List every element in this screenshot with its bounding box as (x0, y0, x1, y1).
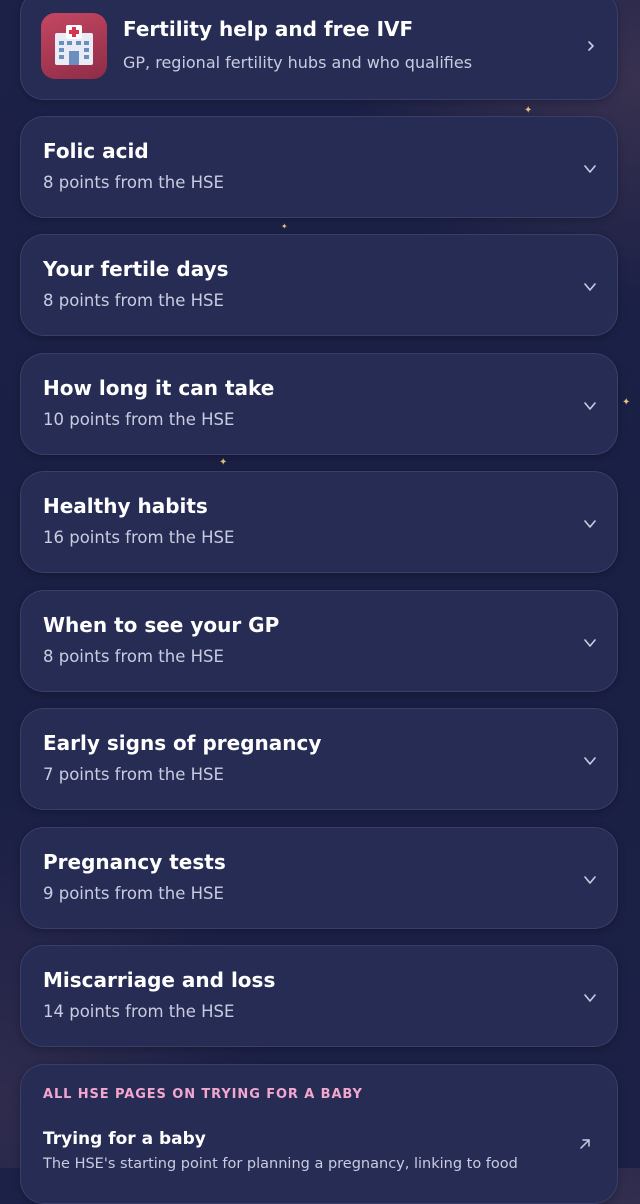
hse-link-title[interactable]: Trying for a baby (43, 1129, 206, 1149)
sparkle-icon: ✦ (622, 397, 631, 408)
section-subtitle: 9 points from the HSE (43, 884, 224, 903)
section-title: When to see your GP (43, 613, 280, 637)
section-subtitle: 16 points from the HSE (43, 528, 235, 547)
section-title: Your fertile days (43, 257, 229, 281)
section-title: Miscarriage and loss (43, 968, 276, 992)
hospital-icon (41, 13, 107, 79)
fertility-hub-card[interactable]: Fertility help and free IVF GP, regional… (20, 0, 618, 100)
chevron-down-icon (584, 876, 596, 884)
chevron-down-icon (584, 639, 596, 647)
hse-links-card: ALL HSE PAGES ON TRYING FOR A BABY Tryin… (20, 1064, 618, 1204)
section-fertile-days[interactable]: Your fertile days 8 points from the HSE (20, 234, 618, 336)
hse-link-description: The HSE's starting point for planning a … (43, 1156, 518, 1172)
chevron-down-icon (584, 994, 596, 1002)
sparkle-icon: ✦ (281, 222, 288, 231)
section-title: Healthy habits (43, 494, 208, 518)
section-see-gp[interactable]: When to see your GP 8 points from the HS… (20, 590, 618, 692)
section-pregnancy-tests[interactable]: Pregnancy tests 9 points from the HSE (20, 827, 618, 929)
sparkle-icon: ✦ (524, 105, 533, 116)
section-how-long[interactable]: How long it can take 10 points from the … (20, 353, 618, 455)
sparkle-icon: ✦ (219, 457, 228, 468)
section-subtitle: 8 points from the HSE (43, 173, 224, 192)
section-early-signs[interactable]: Early signs of pregnancy 7 points from t… (20, 708, 618, 810)
chevron-down-icon (584, 165, 596, 173)
section-subtitle: 8 points from the HSE (43, 647, 224, 666)
hub-title: Fertility help and free IVF (123, 17, 414, 41)
section-subtitle: 8 points from the HSE (43, 291, 224, 310)
section-title: Early signs of pregnancy (43, 731, 322, 755)
chevron-right-icon (588, 41, 594, 51)
chevron-down-icon (584, 520, 596, 528)
section-folic-acid[interactable]: Folic acid 8 points from the HSE (20, 116, 618, 218)
section-subtitle: 14 points from the HSE (43, 1002, 235, 1021)
hse-links-heading: ALL HSE PAGES ON TRYING FOR A BABY (43, 1087, 363, 1102)
chevron-down-icon (584, 757, 596, 765)
section-subtitle: 10 points from the HSE (43, 410, 235, 429)
hub-subtitle: GP, regional fertility hubs and who qual… (123, 53, 473, 72)
section-healthy-habits[interactable]: Healthy habits 16 points from the HSE (20, 471, 618, 573)
chevron-down-icon (584, 283, 596, 291)
external-link-icon (580, 1139, 590, 1149)
section-title: How long it can take (43, 376, 275, 400)
chevron-down-icon (584, 402, 596, 410)
section-title: Pregnancy tests (43, 850, 226, 874)
section-miscarriage[interactable]: Miscarriage and loss 14 points from the … (20, 945, 618, 1047)
section-title: Folic acid (43, 139, 149, 163)
section-subtitle: 7 points from the HSE (43, 765, 224, 784)
